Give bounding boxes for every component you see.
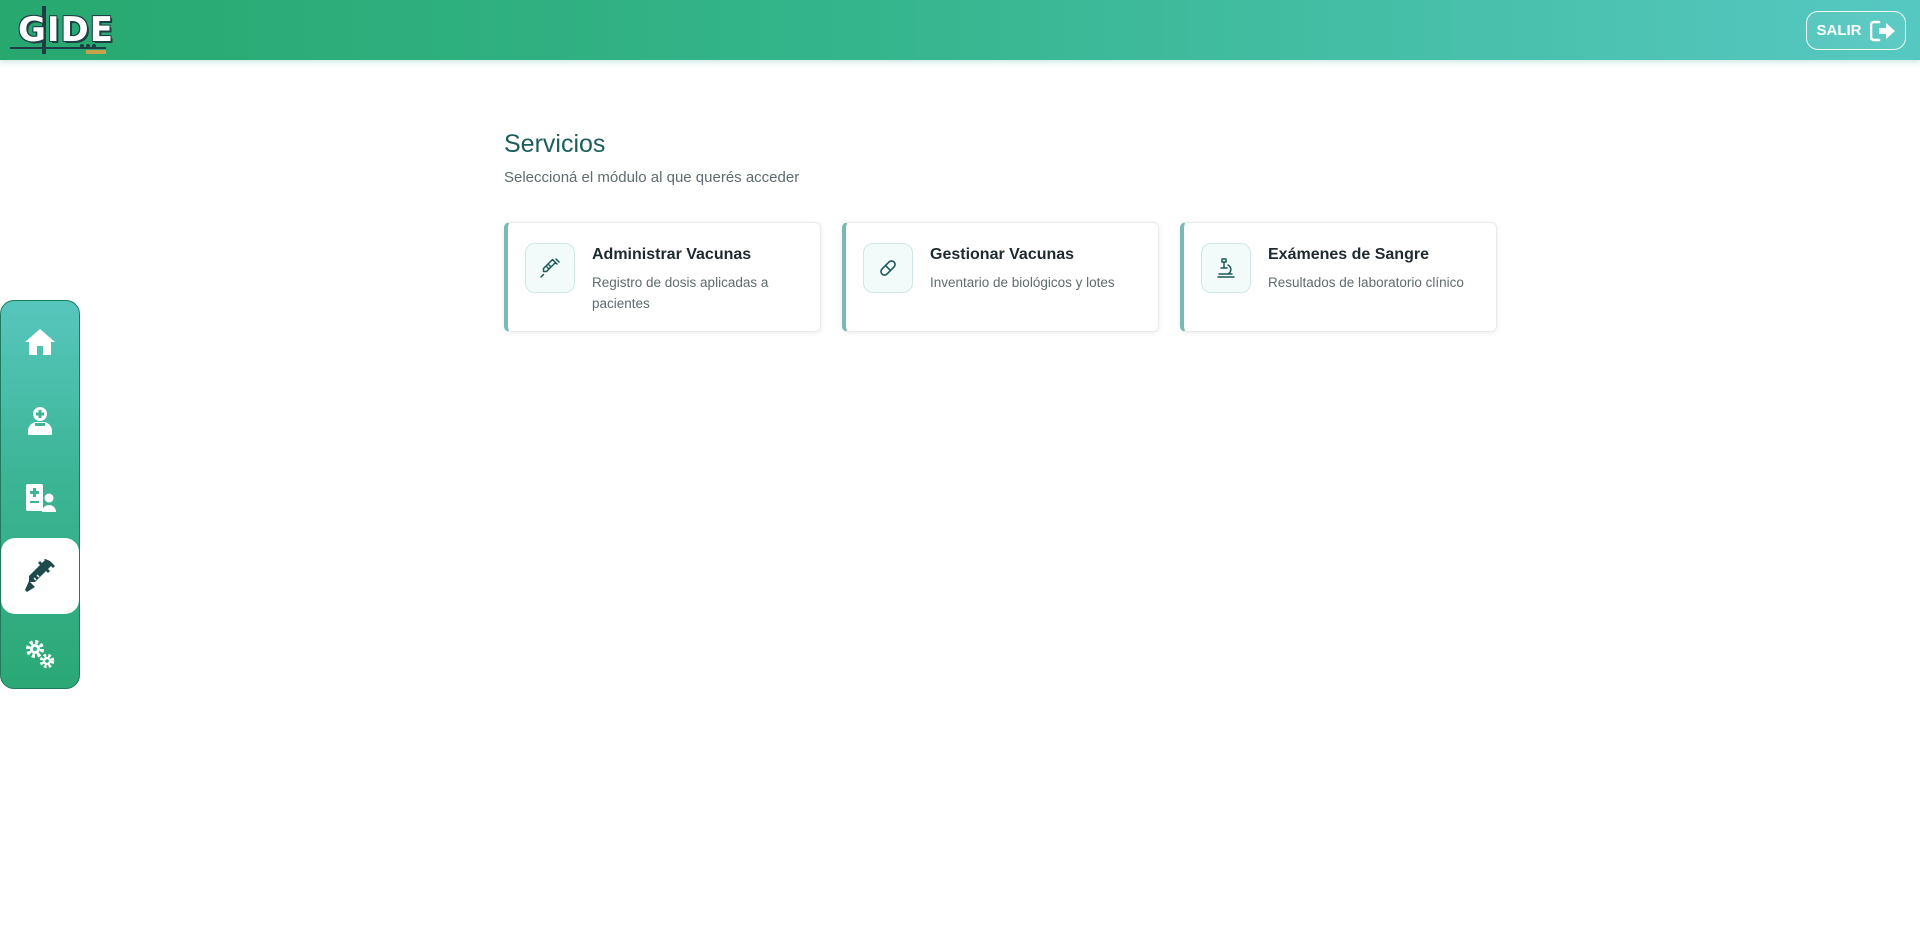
pill-icon — [880, 260, 896, 276]
card-gestionar-vacunas[interactable]: Gestionar Vacunas Inventario de biológic… — [842, 222, 1159, 332]
card-examenes-sangre[interactable]: Exámenes de Sangre Resultados de laborat… — [1180, 222, 1497, 332]
page-title: Servicios — [504, 130, 606, 158]
sidebar-item-patients[interactable] — [1, 460, 79, 536]
home-icon — [25, 329, 55, 355]
service-cards: Administrar Vacunas Registro de dosis ap… — [504, 222, 1497, 332]
card-description: Inventario de biológicos y lotes — [930, 275, 1115, 290]
logo-text: GIDE — [18, 10, 115, 50]
patient-file-icon — [26, 484, 56, 512]
card-administrar-vacunas[interactable]: Administrar Vacunas Registro de dosis ap… — [504, 222, 821, 332]
logout-button[interactable]: SALIR — [1806, 11, 1906, 50]
card-icon-box — [863, 243, 913, 293]
doctor-icon — [28, 407, 52, 435]
card-title: Gestionar Vacunas — [930, 246, 1075, 263]
main-content: Servicios Seleccioná el módulo al que qu… — [504, 130, 1497, 332]
card-title: Administrar Vacunas — [592, 246, 752, 263]
card-icon-box — [525, 243, 575, 293]
sidebar-item-doctor[interactable] — [1, 382, 79, 458]
logout-label: SALIR — [1816, 22, 1862, 39]
page-subtitle: Seleccioná el módulo al que querés acced… — [504, 169, 800, 186]
microscope-icon — [1217, 258, 1235, 278]
sidebar-item-settings[interactable] — [1, 616, 79, 692]
syringe-icon — [540, 258, 560, 278]
card-description: Registro de dosis aplicadas a pacientes — [592, 275, 769, 311]
card-description: Resultados de laboratorio clínico — [1268, 275, 1464, 290]
card-title: Exámenes de Sangre — [1268, 246, 1429, 263]
top-bar: GIDE SALIR — [0, 0, 1920, 60]
syringe-icon — [25, 559, 55, 592]
sidebar-item-vaccines[interactable] — [1, 538, 79, 614]
sidebar-nav — [0, 300, 80, 689]
app-logo[interactable]: GIDE — [6, 4, 113, 56]
sign-out-icon — [1869, 20, 1895, 41]
card-icon-box — [1201, 243, 1251, 293]
gears-icon — [26, 640, 55, 669]
sidebar-item-home[interactable] — [1, 304, 79, 380]
